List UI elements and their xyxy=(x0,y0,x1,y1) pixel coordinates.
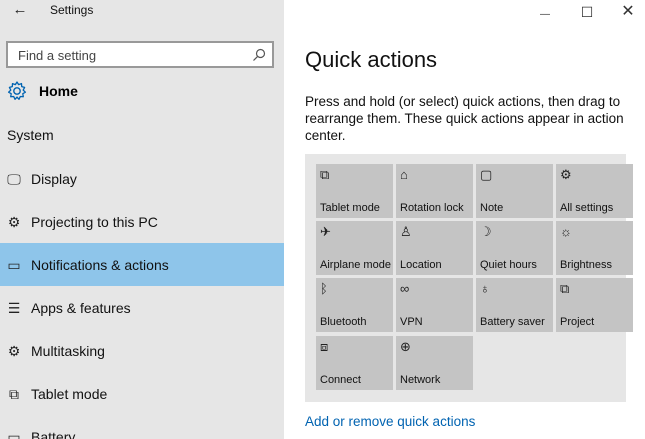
tablet-mode-icon: ⧉ xyxy=(320,167,330,182)
quick-action-tile-note[interactable]: ▢ Note xyxy=(476,164,553,218)
minimize-icon: — xyxy=(540,9,550,20)
close-icon: ✕ xyxy=(621,3,635,20)
add-remove-quick-actions-link[interactable]: Add or remove quick actions xyxy=(305,414,475,429)
quick-action-tile-quiet-hours[interactable]: ☽ Quiet hours xyxy=(476,221,553,275)
quick-action-tile-bluetooth[interactable]: ᛒ Bluetooth xyxy=(316,278,393,332)
tile-label: Connect xyxy=(320,374,361,386)
tablet-mode-icon: ⧉ xyxy=(9,385,19,402)
tile-label: Network xyxy=(400,374,441,386)
rotation-lock-icon: ⌂ xyxy=(400,167,408,182)
tile-label: Bluetooth xyxy=(320,316,367,328)
maximize-icon: ☐ xyxy=(580,4,594,20)
quick-action-tile-tablet-mode[interactable]: ⧉ Tablet mode xyxy=(316,164,393,218)
quick-actions-grid: ⧉ Tablet mode ⌂ Rotation lock ▢ Note ⚙ A… xyxy=(305,154,633,402)
quick-action-tile-rotation-lock[interactable]: ⌂ Rotation lock xyxy=(396,164,473,218)
multitasking-icon: ⚙ xyxy=(7,342,21,359)
page-description: Press and hold (or select) quick actions… xyxy=(305,94,624,143)
main-content: Quick actions Press and hold (or select)… xyxy=(284,24,645,439)
tile-label: Note xyxy=(480,202,504,214)
sidebar-item-battery[interactable]: ▭ Battery xyxy=(0,415,284,439)
apps-icon: ☰ xyxy=(7,299,21,316)
title-bar: ← Settings — ☐ ✕ xyxy=(0,0,645,24)
search-icon xyxy=(253,48,266,61)
connect-icon: ⧈ xyxy=(320,339,329,354)
bluetooth-icon: ᛒ xyxy=(320,281,328,296)
quick-action-tile-brightness[interactable]: ☼ Brightness xyxy=(556,221,633,275)
section-heading-system: System xyxy=(7,127,54,143)
airplane-icon: ✈ xyxy=(320,224,331,239)
quick-action-tile-location[interactable]: ♙ Location xyxy=(396,221,473,275)
back-arrow-icon: ← xyxy=(12,1,28,18)
sidebar-item-label: Apps & features xyxy=(31,299,131,316)
battery-icon: ▭ xyxy=(7,428,21,439)
tile-label: VPN xyxy=(400,316,423,328)
tile-label: Tablet mode xyxy=(320,202,380,214)
note-icon: ▢ xyxy=(480,167,493,182)
settings-gear-icon: ⚙ xyxy=(560,167,572,182)
tile-label: All settings xyxy=(560,202,614,214)
sidebar-item-label: Projecting to this PC xyxy=(31,213,158,230)
home-label: Home xyxy=(39,83,78,99)
back-button[interactable]: ← xyxy=(10,1,30,21)
projecting-icon: ⚙ xyxy=(7,213,21,230)
network-globe-icon: ⊕ xyxy=(400,339,411,354)
quick-action-tile-all-settings[interactable]: ⚙ All settings xyxy=(556,164,633,218)
sidebar-item-apps[interactable]: ☰ Apps & features xyxy=(0,286,284,329)
tile-label: Rotation lock xyxy=(400,202,464,214)
sidebar-item-label: Multitasking xyxy=(31,342,105,359)
title-bar-left-background xyxy=(0,0,284,24)
display-icon: 🖵 xyxy=(7,170,21,187)
quick-action-tile-airplane-mode[interactable]: ✈ Airplane mode xyxy=(316,221,393,275)
sidebar-item-projecting[interactable]: ⚙ Projecting to this PC xyxy=(0,200,284,243)
project-icon: ⧉ xyxy=(560,281,570,296)
tile-label: Brightness xyxy=(560,259,612,271)
quick-action-tile-connect[interactable]: ⧈ Connect xyxy=(316,336,393,390)
sidebar-item-label: Battery xyxy=(31,428,76,439)
sidebar-item-display[interactable]: 🖵 Display xyxy=(0,157,284,200)
sidebar-item-label: Notifications & actions xyxy=(31,256,169,273)
sidebar: Find a setting Home System 🖵 Display ⚙ P… xyxy=(0,24,284,439)
minimize-button[interactable]: — xyxy=(531,2,559,22)
vpn-icon: ∞ xyxy=(400,281,410,296)
tile-label: Airplane mode xyxy=(320,259,391,271)
tile-label: Location xyxy=(400,259,442,271)
quick-action-tile-network[interactable]: ⊕ Network xyxy=(396,336,473,390)
location-icon: ♙ xyxy=(400,224,412,239)
moon-icon: ☽ xyxy=(480,224,492,239)
home-nav-item[interactable]: Home xyxy=(6,80,78,102)
battery-saver-icon: ♁ xyxy=(480,281,490,296)
brightness-icon: ☼ xyxy=(560,224,572,239)
quick-action-tile-project[interactable]: ⧉ Project xyxy=(556,278,633,332)
notifications-icon: ▭ xyxy=(7,256,21,273)
search-input[interactable]: Find a setting xyxy=(6,41,274,68)
sidebar-item-label: Display xyxy=(31,170,77,187)
tile-label: Battery saver xyxy=(480,316,545,328)
tile-label: Project xyxy=(560,316,595,328)
sidebar-item-multitasking[interactable]: ⚙ Multitasking xyxy=(0,329,284,372)
quick-action-tile-battery-saver[interactable]: ♁ Battery saver xyxy=(476,278,553,332)
sidebar-item-tablet-mode[interactable]: ⧉ Tablet mode xyxy=(0,372,284,415)
tile-label: Quiet hours xyxy=(480,259,537,271)
page-title: Quick actions xyxy=(305,47,438,72)
search-placeholder: Find a setting xyxy=(18,48,97,63)
sidebar-item-notifications[interactable]: ▭ Notifications & actions xyxy=(0,243,284,286)
sidebar-item-label: Tablet mode xyxy=(31,385,108,402)
close-button[interactable]: ✕ xyxy=(614,2,642,22)
window-title: Settings xyxy=(50,3,94,17)
home-gear-icon xyxy=(7,81,27,100)
quick-action-tile-vpn[interactable]: ∞ VPN xyxy=(396,278,473,332)
maximize-button[interactable]: ☐ xyxy=(573,2,601,22)
